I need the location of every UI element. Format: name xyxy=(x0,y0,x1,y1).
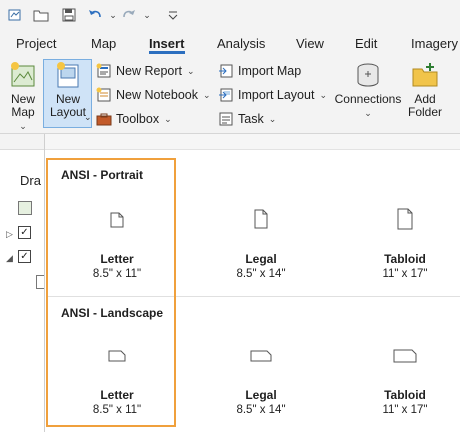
landscape-legal-page-icon xyxy=(250,350,272,362)
new-notebook-caret-icon: ⌄ xyxy=(203,89,211,100)
collapse-icon[interactable]: ◢ xyxy=(6,253,13,264)
layout-landscape-tabloid[interactable]: Tabloid 11" x 17" xyxy=(345,349,460,416)
layout-size: 11" x 17" xyxy=(382,268,428,280)
new-report-label: New Report xyxy=(116,64,182,78)
database-icon xyxy=(357,63,379,87)
toolbox-button[interactable]: Toolbox ⌄ xyxy=(96,109,172,129)
tab-view[interactable]: View xyxy=(296,36,324,51)
task-icon xyxy=(218,111,234,127)
import-map-label: Import Map xyxy=(238,64,302,78)
tab-imagery[interactable]: Imagery xyxy=(411,36,458,51)
tab-map[interactable]: Map xyxy=(91,36,116,51)
new-layout-button-content[interactable]: New Layout xyxy=(44,60,92,119)
task-caret-icon: ⌄ xyxy=(268,113,277,124)
import-layout-icon xyxy=(218,87,234,103)
legend-swatch xyxy=(36,275,44,289)
landscape-tabloid-page-icon xyxy=(393,349,417,363)
layout-name: Legal xyxy=(245,388,277,402)
redo-icon[interactable] xyxy=(120,6,138,24)
save-icon[interactable] xyxy=(60,6,78,24)
new-layout-icon xyxy=(57,62,79,88)
tab-analysis[interactable]: Analysis xyxy=(217,36,265,51)
layout-name: Tabloid xyxy=(384,388,426,402)
layout-size: 8.5" x 14" xyxy=(236,404,286,416)
new-map-button[interactable]: New Map ⌄ xyxy=(4,60,42,133)
portrait-legal-page-icon xyxy=(254,209,268,229)
toolbox-caret-icon: ⌄ xyxy=(164,113,172,124)
import-layout-caret-icon: ⌄ xyxy=(319,89,327,100)
layout-landscape-legal[interactable]: Legal 8.5" x 14" xyxy=(201,350,321,416)
new-report-caret-icon: ⌄ xyxy=(187,65,195,76)
import-map-icon xyxy=(218,63,234,79)
connections-button[interactable]: Connections ⌄ xyxy=(333,60,403,120)
toolbox-label: Toolbox xyxy=(116,112,160,126)
customize-icon[interactable] xyxy=(164,6,182,24)
add-folder-button[interactable]: Add Folder xyxy=(406,60,444,119)
portrait-tabloid-page-icon xyxy=(397,208,413,230)
new-layout-caret-icon: ⌄ xyxy=(84,112,92,122)
new-notebook-label: New Notebook xyxy=(116,88,198,102)
contents-pane: Dra ▷ ✓ ◢ ✓ xyxy=(0,134,44,432)
layout-portrait-legal[interactable]: Legal 8.5" x 14" xyxy=(201,209,321,280)
add-folder-label-2: Folder xyxy=(407,105,442,119)
layout-name: Tabloid xyxy=(384,252,426,266)
notebook-icon xyxy=(96,87,112,103)
redo-dropdown-icon[interactable]: ⌄ xyxy=(138,6,156,24)
layer-checkbox-2[interactable]: ✓ xyxy=(18,250,31,263)
open-icon[interactable] xyxy=(32,6,50,24)
report-icon xyxy=(96,63,112,79)
new-map-label-2: Map xyxy=(11,105,35,119)
tab-edit[interactable]: Edit xyxy=(355,36,377,51)
undo-icon[interactable] xyxy=(86,6,104,24)
project-icon[interactable] xyxy=(6,6,24,24)
map-thumbnail-icon xyxy=(18,201,32,215)
tab-project[interactable]: Project xyxy=(16,36,56,51)
import-map-button[interactable]: Import Map xyxy=(218,61,301,81)
layout-size: 8.5" x 14" xyxy=(236,268,286,280)
layer-checkbox-1[interactable]: ✓ xyxy=(18,226,31,239)
connections-label: Connections xyxy=(334,92,402,106)
new-map-icon xyxy=(11,62,35,87)
expand-icon[interactable]: ▷ xyxy=(6,229,13,240)
task-label: Task xyxy=(238,112,264,126)
active-tab-indicator xyxy=(149,51,185,54)
layout-size: 11" x 17" xyxy=(382,404,428,416)
gallery-header-band xyxy=(45,134,460,150)
contents-pane-title: Dra xyxy=(20,173,41,188)
layout-portrait-tabloid[interactable]: Tabloid 11" x 17" xyxy=(345,208,460,280)
add-folder-icon xyxy=(412,63,438,87)
connections-caret-icon: ⌄ xyxy=(364,108,372,118)
import-layout-label: Import Layout xyxy=(238,88,315,102)
contents-pane-header xyxy=(0,134,44,150)
letter-column-highlight xyxy=(46,158,176,427)
layout-name: Legal xyxy=(245,252,277,266)
import-layout-button[interactable]: Import Layout ⌄ xyxy=(218,85,327,105)
new-report-button[interactable]: New Report ⌄ xyxy=(96,61,195,81)
tab-insert[interactable]: Insert xyxy=(149,36,184,51)
new-map-caret-icon: ⌄ xyxy=(19,121,27,131)
task-button[interactable]: Task ⌄ xyxy=(218,109,276,129)
ribbon-tabs: Project Map Insert Analysis View Edit Im… xyxy=(0,30,460,56)
toolbox-icon xyxy=(96,111,112,127)
new-notebook-button[interactable]: New Notebook ⌄ xyxy=(96,85,211,105)
quick-access-toolbar: ⌄ ⌄ xyxy=(0,0,460,30)
